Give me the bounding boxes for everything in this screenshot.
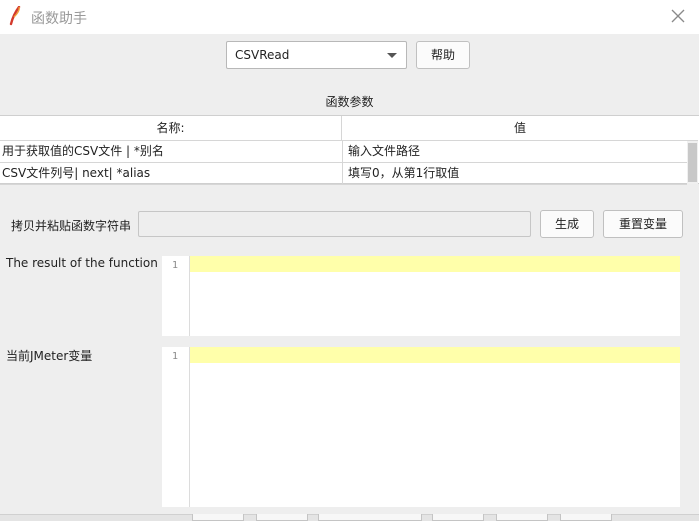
table-row[interactable]: 用于获取值的CSV文件 | *别名 输入文件路径: [0, 141, 687, 163]
table-scrollbar[interactable]: [687, 141, 698, 184]
title-bar: 函数助手: [0, 0, 699, 34]
function-select[interactable]: CSVRead: [226, 41, 407, 69]
function-string-input[interactable]: [138, 211, 531, 237]
param-name-cell: CSV文件列号| next| *alias: [2, 166, 151, 180]
window-title: 函数助手: [31, 11, 87, 27]
current-line-highlight: [190, 347, 680, 363]
bottom-button[interactable]: [496, 514, 548, 521]
jmeter-variables-label: 当前JMeter变量: [6, 349, 93, 363]
help-button[interactable]: 帮助: [416, 41, 470, 69]
chevron-down-icon: [387, 53, 397, 58]
result-label: The result of the function is: [6, 256, 172, 270]
bottom-button[interactable]: [256, 514, 308, 521]
function-select-value: CSVRead: [235, 48, 290, 62]
params-section-label: 函数参数: [325, 95, 374, 109]
result-editor[interactable]: 1: [162, 256, 680, 336]
current-line-highlight: [190, 256, 680, 272]
line-number: 1: [171, 260, 178, 271]
line-number-gutter: 1: [162, 256, 190, 336]
table-row[interactable]: CSV文件列号| next| *alias 填写0，从第1行取值: [0, 163, 687, 185]
copy-string-label: 拷贝并粘贴函数字符串: [11, 219, 132, 233]
bottom-button[interactable]: [432, 514, 484, 521]
feather-icon: [9, 6, 21, 26]
param-value-cell[interactable]: 填写0，从第1行取值: [348, 163, 684, 185]
param-name-cell: 用于获取值的CSV文件 | *别名: [2, 144, 164, 158]
line-number-gutter: 1: [162, 347, 190, 507]
scrollbar-thumb[interactable]: [688, 143, 697, 182]
column-divider: [342, 141, 343, 184]
close-icon[interactable]: [668, 6, 688, 26]
param-value-cell[interactable]: 输入文件路径: [348, 141, 684, 163]
column-header-value[interactable]: 值: [342, 116, 698, 141]
params-table: 名称: 值 用于获取值的CSV文件 | *别名 输入文件路径 CSV文件列号| …: [0, 115, 699, 185]
column-header-name[interactable]: 名称:: [0, 116, 342, 141]
generate-button[interactable]: 生成: [540, 210, 594, 238]
bottom-button[interactable]: [560, 514, 612, 521]
line-number: 1: [171, 351, 178, 362]
reset-variables-button[interactable]: 重置变量: [603, 210, 683, 238]
bottom-button[interactable]: [192, 514, 244, 521]
jmeter-variables-editor[interactable]: 1: [162, 347, 680, 507]
bottom-button[interactable]: [318, 514, 422, 521]
